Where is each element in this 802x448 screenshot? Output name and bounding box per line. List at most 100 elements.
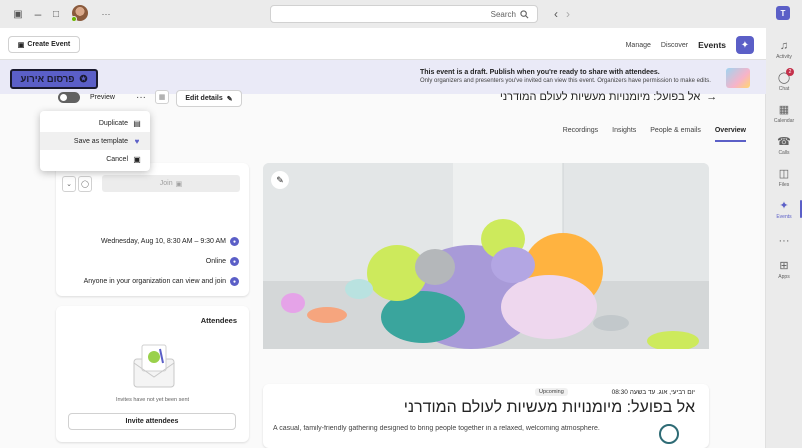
menu-item-save-template[interactable]: Save as template ♥ [40,132,150,150]
chevron-down-icon[interactable]: ⌄ [62,175,76,192]
preview-label: Preview [90,94,115,101]
event-tabs: Recordings Insights People & emails Over… [563,127,746,142]
join-button[interactable]: Join ▣ [102,175,240,192]
menu-item-cancel[interactable]: Cancel ▣ [40,150,150,168]
tab-overview[interactable]: Overview [714,127,746,142]
tab-people-emails[interactable]: People & emails [650,127,701,142]
hero-illustration [263,163,709,349]
tab-insights[interactable]: Insights [612,127,636,142]
more-actions-button[interactable]: ··· [136,92,146,103]
edit-image-icon[interactable]: ✎ [271,171,289,189]
events-nav: Manage Discover Events ✦ [626,36,754,54]
forward-button[interactable]: › [560,6,576,22]
file-icon: ◫ [778,168,790,180]
app-title: Events [698,40,726,50]
menu-label: Duplicate [98,119,128,127]
maximize-icon[interactable]: □ [48,6,64,22]
publish-event-button[interactable]: פרסום אירוע ✪ [10,69,98,89]
edit-details-button[interactable]: Edit details ✎ [176,90,242,107]
pencil-icon: ✎ [226,95,233,103]
invite-attendees-button[interactable]: Invite attendees [68,413,236,430]
create-event-label: Create Event [27,41,71,48]
draft-banner: פרסום אירוע ✪ This event is a draft. Pub… [0,60,766,94]
rail-item-chat[interactable]: ◯ 2 Chat [766,64,802,98]
rail-item-activity[interactable]: ♫ Activity [766,32,802,66]
banner-subtitle: Only organizers and presenters you've in… [420,78,711,84]
rail-item-events[interactable]: ✦ Events [766,192,802,226]
rail-item-calendar[interactable]: ▦ Calendar [766,96,802,130]
heart-icon: ♥ [134,136,140,146]
rail-label: Chat [778,85,790,92]
rail-label: Calls [778,149,790,156]
event-datetime: Wednesday, Aug 10, 8:30 AM – 9:30 AM ● [101,237,239,246]
events-app-icon: ✦ [736,36,754,54]
bell-icon: ♫ [779,39,789,52]
rail-label: Activity [776,53,792,60]
more-options-button[interactable]: ··· [98,6,114,22]
events-icon: ✦ [779,200,789,212]
event-hero-image: ✎ [263,163,709,349]
more-icon: ··· [778,235,790,247]
minimize-icon[interactable]: – [30,6,46,22]
rail-item-apps[interactable]: ⊞ Apps [766,252,802,286]
menu-item-duplicate[interactable]: Duplicate ▤ [40,114,150,132]
duplicate-icon: ▤ [133,118,141,128]
tab-discover[interactable]: Discover [661,42,688,49]
location-pin-icon: ● [230,257,239,266]
phone-icon: ☎ [777,136,791,148]
teams-logo-icon: T [776,6,790,20]
rail-item-files[interactable]: ◫ Files [766,160,802,194]
join-options: ⌄ ◯ [62,175,96,192]
people-icon: ● [230,277,239,286]
edit-details-label: Edit details [185,95,223,102]
join-card: ⌄ ◯ Join ▣ Wednesday, Aug 10, 8:30 AM – … [56,163,249,296]
menu-label: Save as template [73,137,128,145]
event-title-text: אל בפועל: מיומנויות מעשיות לעולם המודרני [500,91,701,103]
tab-manage[interactable]: Manage [626,42,651,49]
location-text: Online [205,258,226,265]
video-icon: ▣ [175,180,183,188]
copy-link-icon[interactable]: ◯ [78,175,92,192]
app-rail: T ♫ Activity ◯ 2 Chat ▦ Calendar ☎ Calls… [766,6,802,448]
title-bar: ▣ – □ ··· ‹ › Search [0,0,802,28]
create-event-button[interactable]: ▣ Create Event [8,36,80,53]
event-details-title: אל בפועל: מיומנויות מעשיות לעולם המודרני [403,399,695,416]
events-header: ▣ Create Event Manage Discover Events ✦ [0,28,766,60]
event-title: אל בפועל: מיומנויות מעשיות לעולם המודרני… [500,91,717,103]
tab-recordings[interactable]: Recordings [563,127,598,142]
event-date: יום רביעי, אוג. עד בשעה 08:30 [611,389,695,396]
attendees-title: Attendees [200,316,237,325]
attendees-empty-text: Invites have not yet been sent [115,397,190,403]
event-location: Online ● [206,257,239,266]
access-text: Anyone in your organization can view and… [83,278,226,285]
datetime-text: Wednesday, Aug 10, 8:30 AM – 9:30 AM [100,238,226,245]
preview-toggle[interactable] [58,92,80,103]
sidebar-toggle-icon[interactable]: ▣ [10,6,26,22]
rail-item-calls[interactable]: ☎ Calls [766,128,802,162]
chat-badge: 2 [786,68,794,76]
apps-icon: ⊞ [779,260,789,272]
publish-icon: ✪ [79,73,88,85]
banner-title: This event is a draft. Publish when you'… [420,69,660,76]
user-avatar[interactable] [71,5,88,22]
banner-text: This event is a draft. Publish when you'… [420,69,720,84]
presence-dot [71,16,77,22]
organizer-avatar [659,424,679,444]
create-event-icon: ▣ [17,41,25,49]
share-icon[interactable]: ▦ [155,90,169,104]
preview-toggle-group: Preview [58,92,115,103]
calendar-icon: ▦ [778,104,790,116]
search-placeholder: Search [490,9,516,19]
event-details-card: Upcoming יום רביעי, אוג. עד בשעה 08:30 א… [263,384,709,448]
join-label: Join [159,180,173,187]
banner-illustration [726,68,750,88]
search-input[interactable]: Search [270,5,538,23]
rail-label: Calendar [773,117,795,124]
cancel-icon: ▣ [133,154,141,164]
attendees-card: Attendees Invites have not yet been sent… [56,306,249,442]
publish-label: פרסום אירוע [20,73,75,85]
status-badge: Upcoming [535,388,568,396]
rail-label: Apps [778,273,790,280]
back-arrow-icon[interactable]: → [706,91,717,103]
more-actions-menu: Duplicate ▤ Save as template ♥ Cancel ▣ [40,111,150,171]
